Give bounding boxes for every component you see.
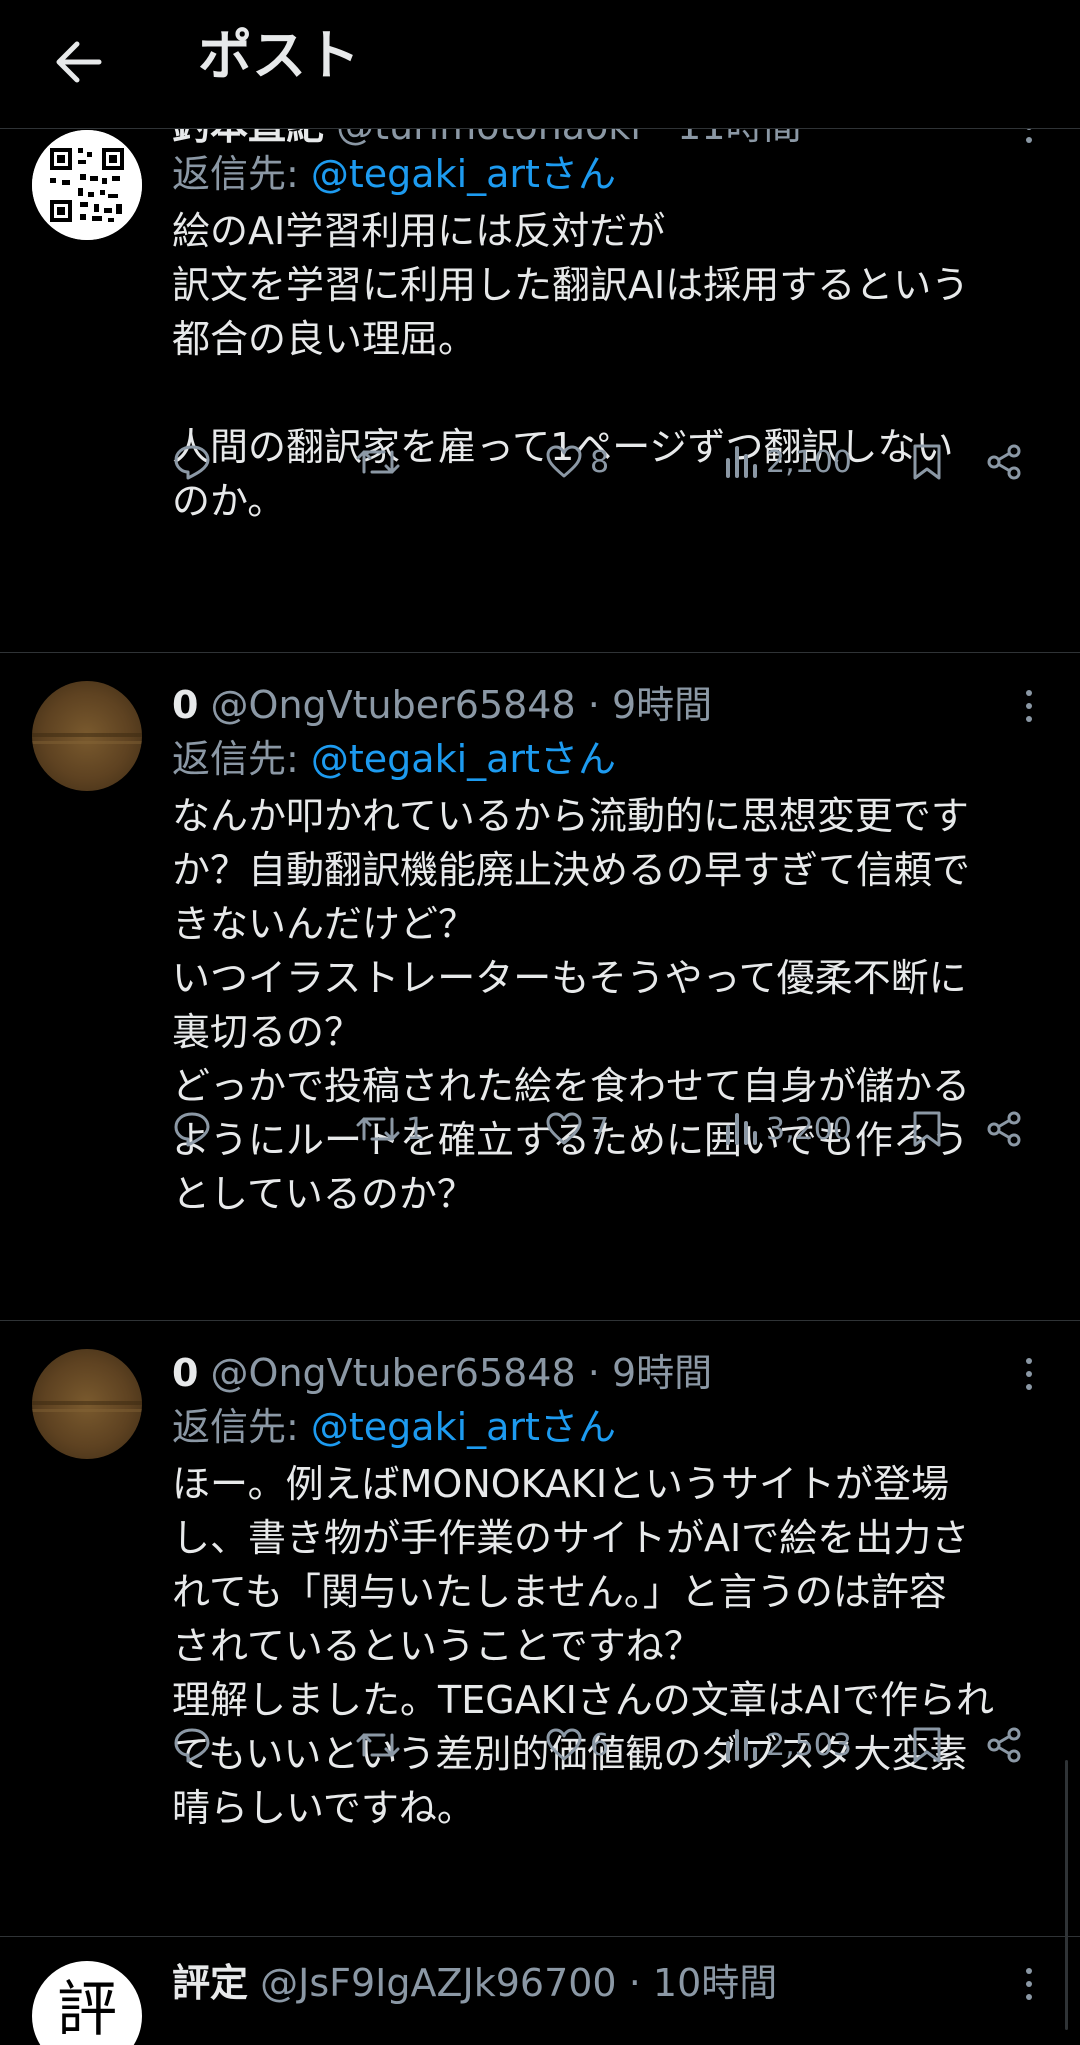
- reply-prefix: 返信先:: [172, 1405, 311, 1449]
- view-count: 3,200: [766, 1111, 852, 1147]
- display-name[interactable]: 0: [172, 1351, 198, 1395]
- bookmark-button[interactable]: [910, 1099, 944, 1159]
- brown-blur-avatar: [32, 733, 142, 744]
- page-title: ポスト: [198, 24, 360, 87]
- like-count: 8: [590, 444, 610, 480]
- analytics-icon: [726, 1113, 757, 1145]
- reply-to-line: 返信先: @tegaki_artさん: [172, 733, 616, 785]
- repost-button[interactable]: [356, 432, 406, 492]
- post-header: 0 @OngVtuber65848 · 9時間: [172, 679, 1010, 731]
- analytics-icon: [726, 1729, 757, 1761]
- views-button[interactable]: 3,200: [724, 1099, 852, 1159]
- reply-to-link[interactable]: @tegaki_artさん: [311, 1405, 616, 1449]
- post-item[interactable]: 0 @OngVtuber65848 · 9時間 返信先: @tegaki_art…: [0, 653, 1080, 1321]
- post-item[interactable]: 釣本直紀 @turimotonaoki · 11時間 返信先: @tegaki_…: [0, 100, 1080, 653]
- share-icon: [987, 444, 1021, 480]
- brown-blur-avatar: [32, 1401, 142, 1412]
- analytics-icon: [726, 446, 757, 478]
- repost-button[interactable]: [356, 1715, 406, 1775]
- reply-prefix: 返信先:: [172, 152, 311, 196]
- reply-to-line: 返信先: @tegaki_artさん: [172, 148, 616, 200]
- share-button[interactable]: [984, 1715, 1024, 1775]
- reply-icon: [174, 445, 210, 480]
- share-icon: [987, 1727, 1021, 1763]
- display-name[interactable]: 評定: [172, 1961, 248, 2005]
- repost-icon: [356, 1117, 400, 1141]
- user-handle[interactable]: @OngVtuber65848: [211, 1351, 576, 1395]
- user-handle[interactable]: @JsF9IgAZJk96700: [260, 1961, 617, 2005]
- timestamp[interactable]: 10時間: [653, 1961, 777, 2005]
- separator: ·: [628, 1961, 641, 2005]
- post-text: ほー。例えばMONOKAKIというサイトが登場 し、書き物が手作業のサイトがAI…: [172, 1462, 994, 1830]
- reply-to-link[interactable]: @tegaki_artさん: [311, 737, 616, 781]
- more-options-icon[interactable]: [1014, 681, 1044, 731]
- display-name[interactable]: 0: [172, 683, 198, 727]
- top-bar: ポスト: [0, 0, 1080, 129]
- heart-icon: [546, 445, 582, 478]
- avatar[interactable]: [32, 681, 142, 791]
- repost-button[interactable]: 1: [356, 1099, 425, 1159]
- avatar[interactable]: [32, 130, 142, 240]
- reply-icon: [174, 1728, 210, 1763]
- repost-icon: [356, 1733, 400, 1757]
- bookmark-button[interactable]: [910, 432, 944, 492]
- separator: ·: [587, 683, 600, 727]
- scrollbar[interactable]: [1065, 1760, 1068, 2030]
- bookmark-icon: [913, 444, 941, 480]
- like-button[interactable]: 6: [544, 1715, 609, 1775]
- heart-icon: [546, 1728, 582, 1761]
- timestamp[interactable]: 9時間: [612, 683, 712, 727]
- reply-button[interactable]: [172, 432, 218, 492]
- share-button[interactable]: [984, 432, 1024, 492]
- view-count: 2,100: [766, 444, 852, 480]
- post-item[interactable]: 0 @OngVtuber65848 · 9時間 返信先: @tegaki_art…: [0, 1321, 1080, 1937]
- like-button[interactable]: 7: [544, 1099, 609, 1159]
- repost-count: 1: [406, 1111, 426, 1147]
- share-icon: [987, 1111, 1021, 1147]
- qr-code-icon: [32, 130, 142, 240]
- bookmark-button[interactable]: [910, 1715, 944, 1775]
- like-count: 7: [590, 1111, 610, 1147]
- bookmark-icon: [913, 1111, 941, 1147]
- like-count: 6: [590, 1727, 610, 1763]
- action-bar: 6 2,503: [0, 1715, 1080, 1775]
- back-arrow-icon[interactable]: [38, 22, 118, 102]
- views-button[interactable]: 2,100: [724, 432, 852, 492]
- views-button[interactable]: 2,503: [724, 1715, 852, 1775]
- more-options-icon[interactable]: [1014, 1959, 1044, 2009]
- post-item[interactable]: 評 評定 @JsF9IgAZJk96700 · 10時間: [0, 1937, 1080, 2045]
- more-options-icon[interactable]: [1014, 1349, 1044, 1399]
- post-header: 評定 @JsF9IgAZJk96700 · 10時間: [172, 1957, 1010, 2009]
- post-header: 0 @OngVtuber65848 · 9時間: [172, 1347, 1010, 1399]
- kanji-avatar: 評: [57, 1975, 117, 2045]
- action-bar: 8 2,100: [0, 432, 1080, 492]
- reply-prefix: 返信先:: [172, 737, 311, 781]
- reply-to-line: 返信先: @tegaki_artさん: [172, 1401, 616, 1453]
- user-handle[interactable]: @OngVtuber65848: [211, 683, 576, 727]
- reply-button[interactable]: [172, 1715, 218, 1775]
- bookmark-icon: [913, 1727, 941, 1763]
- heart-icon: [546, 1112, 582, 1145]
- repost-icon: [356, 450, 400, 474]
- action-bar: 1 7 3,200: [0, 1099, 1080, 1159]
- reply-button[interactable]: [172, 1099, 218, 1159]
- timestamp[interactable]: 9時間: [612, 1351, 712, 1395]
- reply-to-link[interactable]: @tegaki_artさん: [311, 152, 616, 196]
- view-count: 2,503: [766, 1727, 852, 1763]
- avatar[interactable]: 評: [32, 1961, 142, 2045]
- share-button[interactable]: [984, 1099, 1024, 1159]
- reply-icon: [174, 1112, 210, 1147]
- avatar[interactable]: [32, 1349, 142, 1459]
- like-button[interactable]: 8: [544, 432, 609, 492]
- separator: ·: [587, 1351, 600, 1395]
